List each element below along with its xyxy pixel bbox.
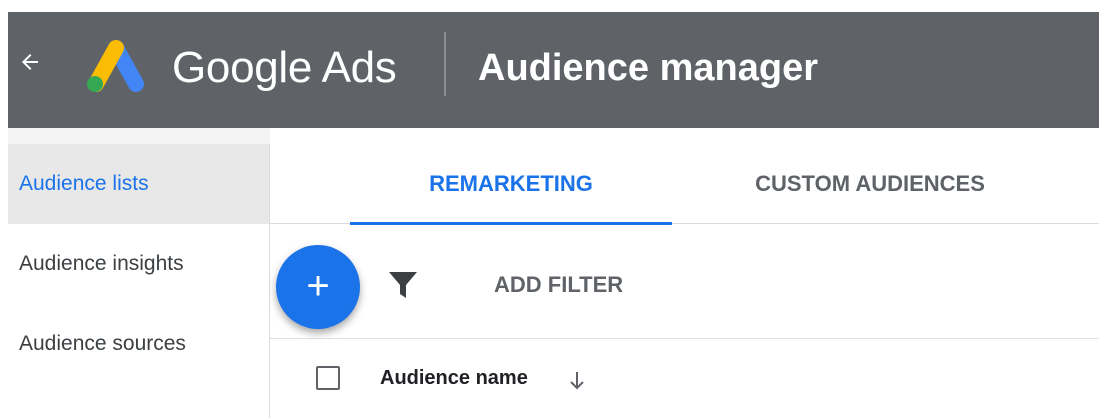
sidebar-item-audience-lists[interactable]: Audience lists (8, 144, 269, 224)
google-ads-logo (87, 40, 144, 92)
select-all-checkbox[interactable] (316, 366, 340, 390)
page-title: Audience manager (478, 47, 818, 89)
sidebar-top-shade (8, 128, 270, 144)
back-arrow-icon[interactable] (18, 50, 42, 74)
tab-remarketing[interactable]: REMARKETING (350, 128, 672, 225)
tab-custom-audiences[interactable]: CUSTOM AUDIENCES (710, 128, 1030, 224)
filter-toolbar: + ADD FILTER (270, 225, 1099, 339)
sidebar-item-audience-sources[interactable]: Audience sources (8, 304, 269, 384)
sort-down-arrow-icon[interactable] (568, 370, 586, 392)
sidebar-item-audience-insights[interactable]: Audience insights (8, 224, 269, 304)
top-app-bar: Google Ads Audience manager (8, 12, 1099, 128)
table-header-row: Audience name (270, 340, 1099, 418)
header-divider (444, 32, 446, 96)
add-audience-button[interactable]: + (276, 245, 360, 329)
plus-icon: + (306, 264, 330, 308)
add-filter-button[interactable]: ADD FILTER (494, 261, 623, 309)
column-header-audience-name[interactable]: Audience name (380, 362, 528, 394)
tab-remarketing-label: REMARKETING (429, 171, 593, 196)
funnel-icon[interactable] (388, 271, 418, 299)
tab-custom-audiences-label: CUSTOM AUDIENCES (755, 171, 985, 196)
sidebar-nav: Audience lists Audience insights Audienc… (8, 128, 270, 418)
brand-name: Google Ads (172, 43, 397, 92)
tab-bar: REMARKETING CUSTOM AUDIENCES (270, 128, 1099, 225)
app-window: Google Ads Audience manager Audience lis… (8, 12, 1099, 418)
